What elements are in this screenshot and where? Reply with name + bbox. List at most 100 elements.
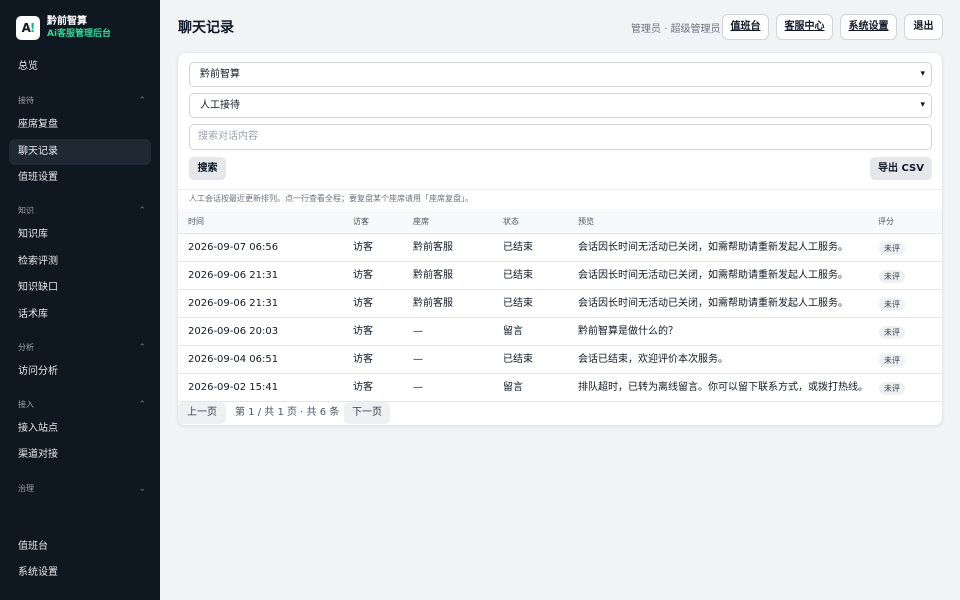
cell-agent: 黔前客服	[413, 298, 453, 309]
section-label: 接待	[18, 96, 34, 105]
cell-preview: 会话因长时间无活动已关闭，如需帮助请重新发起人工服务。	[578, 298, 848, 309]
tenant-select[interactable]: 黔前智算 ▾	[189, 62, 932, 87]
chat-history-card: 黔前智算 ▾ 人工接待 ▾ 搜索对话内容 搜索 导出 CSV 人工会话按最近更新…	[177, 52, 943, 426]
sidebar-item-seat-review[interactable]: 座席复盘	[9, 112, 151, 138]
button-label: 系统设置	[848, 21, 889, 32]
brand-subtitle: Ai客服管理后台	[47, 29, 112, 39]
rating-badge: 未评	[879, 242, 905, 255]
cell-time: 2026-09-06 21:31	[188, 298, 279, 309]
section-label: 知识	[18, 206, 34, 215]
sidebar-item-retrieval-eval[interactable]: 检索评测	[9, 249, 151, 275]
cell-agent: —	[413, 326, 423, 337]
prev-page-button[interactable]: 上一页	[178, 402, 226, 424]
rating-badge: 未评	[879, 298, 905, 311]
cell-status: 已结束	[503, 270, 533, 281]
table-row[interactable]: 2026-09-06 21:31 访客 黔前客服 已结束 会话因长时间无活动已关…	[178, 262, 942, 290]
duty-desk-button[interactable]: 值班台	[722, 14, 769, 40]
rating-badge: 未评	[879, 354, 905, 367]
column-header-visitor: 访客	[353, 217, 369, 226]
page-info: 第 1 / 共 1 页 · 共 6 条	[235, 407, 340, 418]
cell-status: 留言	[503, 382, 523, 393]
sidebar-item-knowledge-base[interactable]: 知识库	[9, 222, 151, 248]
sidebar-item-overview[interactable]: 总览	[9, 54, 151, 80]
rating-badge: 未评	[879, 270, 905, 283]
sidebar: A! 黔前智算 Ai客服管理后台 总览 接待 ⌃ 座席复盘 聊天记录 值班设置 …	[0, 0, 160, 600]
cell-preview: 会话因长时间无活动已关闭，如需帮助请重新发起人工服务。	[578, 242, 848, 253]
cell-preview: 会话已结束，欢迎评价本次服务。	[578, 354, 728, 365]
search-button[interactable]: 搜索	[189, 157, 226, 180]
table-row[interactable]: 2026-09-02 15:41 访客 — 留言 排队超时，已转为离线留言。你可…	[178, 374, 942, 402]
sidebar-item-system-settings[interactable]: 系统设置	[9, 560, 151, 586]
pagination: 上一页 第 1 / 共 1 页 · 共 6 条 下一页	[178, 402, 942, 425]
cell-visitor: 访客	[353, 354, 373, 365]
table-row[interactable]: 2026-09-07 06:56 访客 黔前客服 已结束 会话因长时间无活动已关…	[178, 234, 942, 262]
chevron-down-icon: ▾	[920, 69, 925, 79]
select-value: 黔前智算	[200, 69, 240, 80]
export-csv-button[interactable]: 导出 CSV	[870, 157, 932, 180]
cell-visitor: 访客	[353, 326, 373, 337]
page-title: 聊天记录	[178, 20, 234, 36]
sidebar-item-chat-history[interactable]: 聊天记录	[9, 139, 151, 165]
cell-status: 已结束	[503, 298, 533, 309]
sidebar-item-channels[interactable]: 渠道对接	[9, 442, 151, 468]
cell-time: 2026-09-04 06:51	[188, 354, 279, 365]
cell-agent: 黔前客服	[413, 270, 453, 281]
cell-time: 2026-09-06 21:31	[188, 270, 279, 281]
section-integration[interactable]: 接入 ⌃	[18, 398, 146, 412]
cell-time: 2026-09-02 15:41	[188, 382, 279, 393]
button-label: 值班台	[730, 21, 761, 32]
rating-badge: 未评	[879, 326, 905, 339]
rating-badge: 未评	[879, 382, 905, 395]
logout-button[interactable]: 退出	[904, 14, 943, 40]
column-header-rating: 评分	[878, 217, 894, 226]
sidebar-item-knowledge-gaps[interactable]: 知识缺口	[9, 275, 151, 301]
cell-time: 2026-09-07 06:56	[188, 242, 279, 253]
section-knowledge[interactable]: 知识 ⌃	[18, 204, 146, 218]
brand-logo-icon: A!	[16, 16, 40, 40]
service-center-button[interactable]: 客服中心	[776, 14, 833, 40]
table-row[interactable]: 2026-09-06 20:03 访客 — 留言 黔前智算是做什么的？ 未评	[178, 318, 942, 346]
mode-select[interactable]: 人工接待 ▾	[189, 93, 932, 118]
cell-preview: 会话因长时间无活动已关闭，如需帮助请重新发起人工服务。	[578, 270, 848, 281]
cell-agent: —	[413, 382, 423, 393]
sidebar-item-visit-analysis[interactable]: 访问分析	[9, 359, 151, 385]
next-page-button[interactable]: 下一页	[344, 402, 390, 424]
cell-status: 已结束	[503, 242, 533, 253]
chevron-up-icon: ⌃	[138, 400, 146, 410]
system-settings-button[interactable]: 系统设置	[840, 14, 897, 40]
table-row[interactable]: 2026-09-04 06:51 访客 — 已结束 会话已结束，欢迎评价本次服务…	[178, 346, 942, 374]
cell-agent: —	[413, 354, 423, 365]
cell-status: 已结束	[503, 354, 533, 365]
section-label: 治理	[18, 484, 34, 493]
brand-name: 黔前智算	[47, 16, 87, 27]
chevron-down-icon: ⌄	[138, 484, 146, 494]
cell-visitor: 访客	[353, 298, 373, 309]
chevron-down-icon: ▾	[920, 100, 925, 110]
cell-visitor: 访客	[353, 270, 373, 281]
section-analysis[interactable]: 分析 ⌃	[18, 341, 146, 355]
user-role: 管理员 · 超级管理员	[631, 24, 721, 35]
sidebar-item-scripts[interactable]: 话术库	[9, 302, 151, 328]
search-input[interactable]: 搜索对话内容	[189, 124, 932, 150]
cell-agent: 黔前客服	[413, 242, 453, 253]
chevron-up-icon: ⌃	[138, 206, 146, 216]
select-value: 人工接待	[200, 100, 240, 111]
button-label: 客服中心	[784, 21, 825, 32]
cell-preview: 黔前智算是做什么的？	[578, 326, 678, 337]
column-header-time: 时间	[188, 217, 204, 226]
column-header-agent: 座席	[413, 217, 429, 226]
section-governance[interactable]: 治理 ⌄	[18, 482, 146, 496]
cell-time: 2026-09-06 20:03	[188, 326, 279, 337]
brand: A! 黔前智算 Ai客服管理后台	[16, 16, 111, 40]
hint-row: 人工会话按最近更新排列。点一行查看全程；要复盘某个座席请用「座席复盘」。	[178, 189, 942, 207]
column-header-status: 状态	[503, 217, 519, 226]
sidebar-item-duty-desk[interactable]: 值班台	[9, 534, 151, 560]
table-row[interactable]: 2026-09-06 21:31 访客 黔前客服 已结束 会话因长时间无活动已关…	[178, 290, 942, 318]
column-header-preview: 预览	[578, 217, 594, 226]
hint-text: 人工会话按最近更新排列。点一行查看全程；要复盘某个座席请用「座席复盘」。	[189, 194, 473, 203]
sidebar-item-duty-settings[interactable]: 值班设置	[9, 165, 151, 191]
cell-status: 留言	[503, 326, 523, 337]
section-reception[interactable]: 接待 ⌃	[18, 94, 146, 108]
sidebar-item-sites[interactable]: 接入站点	[9, 416, 151, 442]
chevron-up-icon: ⌃	[138, 96, 146, 106]
